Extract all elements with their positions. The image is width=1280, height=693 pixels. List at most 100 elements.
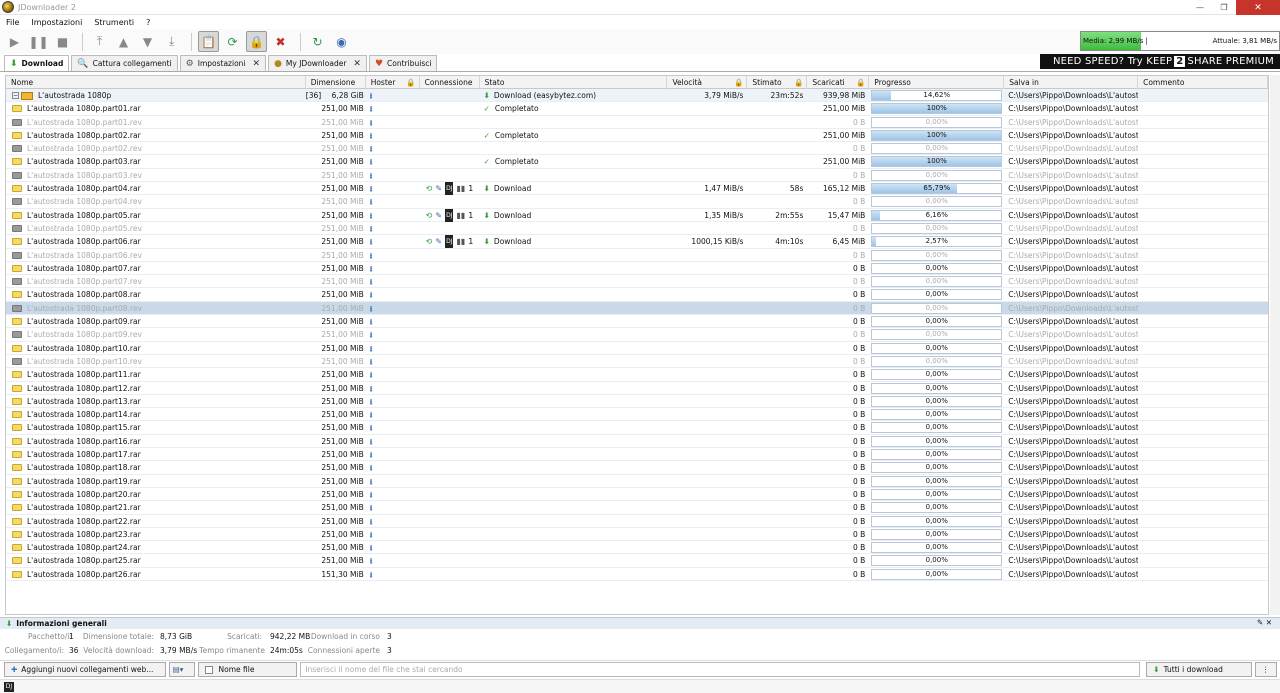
table-row[interactable]: L'autostrada 1080p.part11.rar 251,00 MiB ⭳… [6, 368, 1268, 382]
filter-column-select[interactable]: Nome file [197, 662, 298, 677]
file-status: Completato [494, 130, 539, 140]
view-options-button[interactable]: ▤▾ [168, 662, 195, 677]
table-row[interactable]: L'autostrada 1080p.part25.rar 251,00 MiB ⭳… [6, 554, 1268, 568]
close-button[interactable]: ✕ [1236, 0, 1280, 15]
col-dimensione[interactable]: Dimensione [306, 76, 366, 89]
table-row[interactable]: L'autostrada 1080p.part14.rar 251,00 MiB ⭳… [6, 408, 1268, 422]
table-row[interactable]: L'autostrada 1080p.part24.rar 251,00 MiB ⭳… [6, 541, 1268, 555]
clipboard-monitor-icon[interactable]: 📋 [198, 31, 219, 52]
add-links-button[interactable]: ✚ Aggiungi nuovi collegamenti web... [4, 662, 166, 677]
tab-my-jdownloader[interactable]: ● My JDownloader ✕ [268, 55, 367, 71]
archive-file-icon [12, 185, 22, 193]
collapse-toggle[interactable]: − [12, 92, 19, 99]
col-nome[interactable]: Nome [6, 76, 306, 89]
all-downloads-dropdown[interactable]: ⬇ Tutti i download [1146, 662, 1253, 677]
table-row[interactable]: L'autostrada 1080p.part19.rar 251,00 MiB ⭳… [6, 475, 1268, 488]
premium-icon[interactable]: 🔒 [246, 31, 267, 52]
update-icon[interactable]: ◉ [331, 31, 352, 52]
col-connessione[interactable]: Connessione [420, 76, 480, 89]
move-top-icon[interactable]: ⤒ [89, 31, 110, 52]
vertical-scrollbar[interactable] [1270, 75, 1280, 615]
hoster-download-icon: ⭳ [369, 263, 373, 273]
table-row[interactable]: L'autostrada 1080p.part01.rev 251,00 MiB ⭳… [6, 116, 1268, 129]
table-row[interactable]: L'autostrada 1080p.part17.rar 251,00 MiB ⭳… [6, 448, 1268, 462]
col-salva-in[interactable]: Salva in [1004, 76, 1139, 89]
table-row[interactable]: L'autostrada 1080p.part16.rar 251,00 MiB ⭳… [6, 435, 1268, 449]
col-stimato-label: Stimato [752, 78, 782, 87]
table-row[interactable]: L'autostrada 1080p.part06.rev 251,00 MiB ⭳… [6, 249, 1268, 262]
start-icon[interactable]: ▶ [4, 31, 25, 52]
minimize-button[interactable]: — [1188, 0, 1212, 15]
table-row[interactable]: L'autostrada 1080p.part07.rev 251,00 MiB ⭳… [6, 275, 1268, 289]
menu-strumenti[interactable]: Strumenti [94, 18, 134, 27]
package-row[interactable]: − L'autostrada 1080p [36] 6,28 GiB ⭳ ⬇ D… [6, 89, 1268, 103]
table-row[interactable]: L'autostrada 1080p.part09.rar 251,00 MiB ⭳… [6, 315, 1268, 329]
silent-mode-icon[interactable]: ✖ [270, 31, 291, 52]
tab-impostazioni[interactable]: ⚙ Impostazioni ✕ [179, 55, 267, 71]
table-row[interactable]: L'autostrada 1080p.part03.rev 251,00 MiB ⭳… [6, 169, 1268, 183]
table-row[interactable]: L'autostrada 1080p.part02.rev 251,00 MiB ⭳… [6, 142, 1268, 156]
menu-help[interactable]: ? [146, 18, 150, 27]
move-down-icon[interactable]: ▼ [137, 31, 158, 52]
file-eta [747, 288, 807, 301]
table-row[interactable]: L'autostrada 1080p.part12.rar 251,00 MiB ⭳… [6, 382, 1268, 395]
table-row[interactable]: L'autostrada 1080p.part03.rar 251,00 MiB ⭳… [6, 155, 1268, 169]
move-up-icon[interactable]: ▲ [113, 31, 134, 52]
table-row[interactable]: L'autostrada 1080p.part21.rar 251,00 MiB ⭳… [6, 501, 1268, 515]
auto-reconnect-icon[interactable]: ⟳ [222, 31, 243, 52]
jd-status-icon[interactable]: DJ [4, 682, 14, 692]
search-input[interactable]: Inserisci il nome del file che stai cerc… [300, 662, 1141, 677]
col-stato[interactable]: Stato [480, 76, 668, 89]
more-options-button[interactable]: ⋮ [1255, 662, 1277, 677]
tab-close-icon[interactable]: ✕ [353, 59, 361, 69]
col-scaricati[interactable]: Scaricati 🔒 [807, 76, 870, 89]
table-row[interactable]: L'autostrada 1080p.part09.rev 251,00 MiB ⭳… [6, 328, 1268, 342]
table-row[interactable]: L'autostrada 1080p.part22.rar 251,00 MiB ⭳… [6, 515, 1268, 528]
hoster-download-icon: ⭳ [369, 117, 373, 127]
table-row[interactable]: L'autostrada 1080p.part18.rar 251,00 MiB ⭳… [6, 461, 1268, 475]
table-row[interactable]: L'autostrada 1080p.part02.rar 251,00 MiB ⭳… [6, 129, 1268, 143]
direct-connection-icon: DJ [445, 182, 454, 196]
tab-cattura-collegamenti[interactable]: 🔍 Cattura collegamenti [71, 55, 178, 71]
table-row[interactable]: L'autostrada 1080p.part10.rev 251,00 MiB ⭳… [6, 355, 1268, 369]
promo-banner[interactable]: NEED SPEED? Try KEEP 2 SHARE PREMIUM [1040, 54, 1280, 69]
chunks-icon: ▮▮ [456, 184, 466, 194]
table-row[interactable]: L'autostrada 1080p.part10.rar 251,00 MiB ⭳… [6, 342, 1268, 355]
table-row[interactable]: L'autostrada 1080p.part08.rev 251,00 MiB ⭳… [6, 301, 1268, 316]
col-hoster[interactable]: Hoster 🔒 [366, 76, 420, 89]
col-commento[interactable]: Commento [1138, 76, 1268, 89]
tab-download[interactable]: ⬇ Download [4, 55, 70, 71]
table-row[interactable]: L'autostrada 1080p.part06.rar 251,00 MiB ⭳… [6, 235, 1268, 249]
file-size: 251,00 MiB [321, 170, 364, 180]
table-row[interactable]: L'autostrada 1080p.part26.rar 151,30 MiB ⭳… [6, 568, 1268, 581]
connection-cell [420, 302, 480, 315]
file-save-path: C:\Users\Pippo\Downloads\L'autost... [1008, 223, 1139, 233]
col-stimato[interactable]: Stimato 🔒 [747, 76, 808, 89]
table-row[interactable]: L'autostrada 1080p.part15.rar 251,00 MiB ⭳… [6, 421, 1268, 435]
col-progresso[interactable]: Progresso [869, 76, 1005, 89]
table-row[interactable]: L'autostrada 1080p.part13.rar 251,00 MiB ⭳… [6, 395, 1268, 409]
table-row[interactable]: L'autostrada 1080p.part05.rev 251,00 MiB ⭳… [6, 222, 1268, 236]
menu-file[interactable]: File [6, 18, 19, 27]
maximize-button[interactable]: ❐ [1212, 0, 1236, 15]
reconnect-icon[interactable]: ↻ [307, 31, 328, 52]
tab-contribuisci[interactable]: ♥ Contribuisci [368, 55, 438, 71]
file-save-path: C:\Users\Pippo\Downloads\L'autost... [1008, 184, 1139, 194]
stop-icon[interactable]: ■ [52, 31, 73, 52]
table-row[interactable]: L'autostrada 1080p.part04.rev 251,00 MiB ⭳… [6, 195, 1268, 209]
file-progress-cell: 0,00% [869, 448, 1004, 461]
info-panel-tools-icon[interactable]: ✎ ✕ [1257, 618, 1272, 627]
table-row[interactable]: L'autostrada 1080p.part01.rar 251,00 MiB ⭳… [6, 102, 1268, 116]
table-row[interactable]: L'autostrada 1080p.part04.rar 251,00 MiB ⭳… [6, 182, 1268, 196]
table-row[interactable]: L'autostrada 1080p.part05.rar 251,00 MiB ⭳… [6, 208, 1268, 222]
table-row[interactable]: L'autostrada 1080p.part08.rar 251,00 MiB ⭳… [6, 288, 1268, 302]
col-velocita[interactable]: Velocità 🔒 [667, 76, 748, 89]
tab-close-icon[interactable]: ✕ [253, 59, 261, 69]
menu-impostazioni[interactable]: Impostazioni [31, 18, 82, 27]
file-name-cell: L'autostrada 1080p.part18.rar [6, 461, 306, 474]
move-bottom-icon[interactable]: ⤓ [161, 31, 182, 52]
pause-icon[interactable]: ❚❚ [28, 31, 49, 52]
table-row[interactable]: L'autostrada 1080p.part07.rar 251,00 MiB ⭳… [6, 262, 1268, 276]
table-row[interactable]: L'autostrada 1080p.part23.rar 251,00 MiB ⭳… [6, 528, 1268, 542]
table-row[interactable]: L'autostrada 1080p.part20.rar 251,00 MiB ⭳… [6, 488, 1268, 502]
